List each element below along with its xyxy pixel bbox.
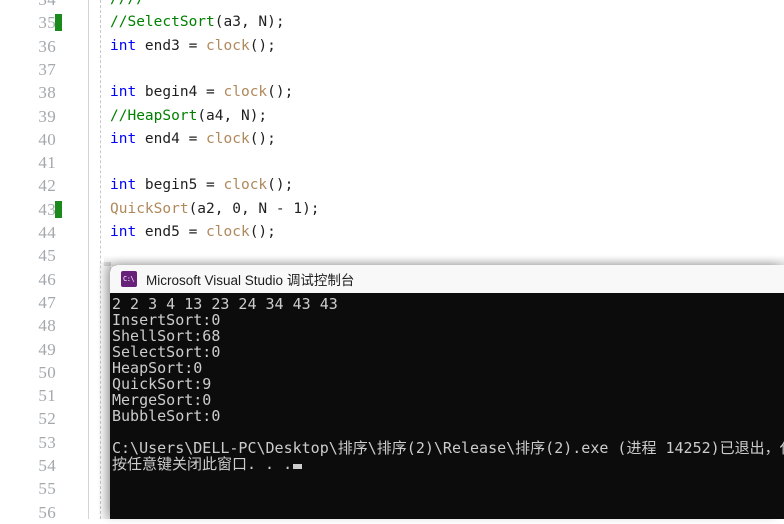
console-output-line: MergeSort:0 xyxy=(112,391,212,409)
code-line-text: //// xyxy=(110,0,145,11)
line-number: 51 xyxy=(38,386,56,406)
line-number: 55 xyxy=(38,479,56,499)
line-number: 36 xyxy=(38,36,56,56)
line-number: 45 xyxy=(38,246,56,266)
line-number: 47 xyxy=(38,292,56,312)
line-number: 52 xyxy=(38,409,56,429)
code-line[interactable]: 41 xyxy=(0,151,784,174)
debug-console-window[interactable]: Microsoft Visual Studio 调试控制台 2 2 3 4 13… xyxy=(110,265,784,519)
code-line-text: QuickSort(a2, 0, N - 1); xyxy=(110,200,320,217)
console-output-line: QuickSort:9 xyxy=(112,375,212,393)
code-line[interactable]: 37 xyxy=(0,58,784,81)
code-line-text: //SelectSort(a3, N); xyxy=(110,14,285,31)
line-number: 38 xyxy=(38,83,56,103)
code-line-text: int begin5 = clock(); xyxy=(110,177,294,194)
code-line-text: int end4 = clock(); xyxy=(110,130,276,147)
line-number: 50 xyxy=(38,362,56,382)
console-app-icon xyxy=(121,271,137,287)
console-output-line: 2 2 3 4 13 23 24 34 43 43 xyxy=(112,295,338,313)
code-line[interactable]: 38 int begin4 = clock(); xyxy=(0,81,784,104)
console-output-line: HeapSort:0 xyxy=(112,359,203,377)
line-number: 43 xyxy=(38,199,56,219)
console-output-line: 按任意键关闭此窗口. . . xyxy=(112,456,784,472)
code-line-text: int end5 = clock(); xyxy=(110,224,276,240)
line-number: 41 xyxy=(38,153,56,173)
line-number: 40 xyxy=(38,129,56,149)
change-marker-icon xyxy=(55,14,62,32)
code-line-text: //HeapSort(a4, N); xyxy=(110,107,268,124)
change-marker-icon xyxy=(55,200,62,218)
console-output-line: ShellSort:68 xyxy=(112,327,221,345)
console-title-label: Microsoft Visual Studio 调试控制台 xyxy=(146,273,355,288)
code-line-text: int end3 = clock(); xyxy=(110,37,276,54)
code-line[interactable]: 35 //SelectSort(a3, N); xyxy=(0,11,784,34)
code-line[interactable]: 34 //// xyxy=(0,0,784,11)
line-number: 37 xyxy=(38,59,56,79)
console-cursor xyxy=(293,464,303,469)
line-number: 46 xyxy=(38,269,56,289)
line-number: 48 xyxy=(38,316,56,336)
line-number: 53 xyxy=(38,432,56,452)
line-number: 44 xyxy=(38,223,56,242)
line-number: 49 xyxy=(38,339,56,359)
console-output-line: InsertSort:0 xyxy=(112,311,221,329)
line-number: 34 xyxy=(0,0,56,11)
console-title-bar[interactable]: Microsoft Visual Studio 调试控制台 xyxy=(110,265,784,293)
code-line[interactable]: 40 int end4 = clock(); xyxy=(0,128,784,151)
line-number: 42 xyxy=(38,176,56,196)
console-output-line: SelectSort:0 xyxy=(112,343,221,361)
console-output-line: BubbleSort:0 xyxy=(112,407,221,425)
code-line[interactable]: 44 int end5 = clock(); xyxy=(0,221,784,244)
line-number: 56 xyxy=(38,502,56,522)
console-output-area[interactable]: 2 2 3 4 13 23 24 34 43 43 InsertSort:0 She… xyxy=(110,293,784,519)
code-line[interactable]: 42 int begin5 = clock(); xyxy=(0,174,784,197)
code-line-text: int begin4 = clock(); xyxy=(110,84,294,101)
code-line[interactable]: 43 QuickSort(a2, 0, N - 1); xyxy=(0,198,784,221)
line-number: 39 xyxy=(38,106,56,126)
code-line[interactable]: 39 //HeapSort(a4, N); xyxy=(0,105,784,128)
console-output-line: C:\Users\DELL-PC\Desktop\排序\排序(2)\Releas… xyxy=(112,439,784,457)
line-number: 54 xyxy=(38,456,56,475)
code-line[interactable]: 36 int end3 = clock(); xyxy=(0,35,784,58)
line-number: 35 xyxy=(38,13,56,33)
